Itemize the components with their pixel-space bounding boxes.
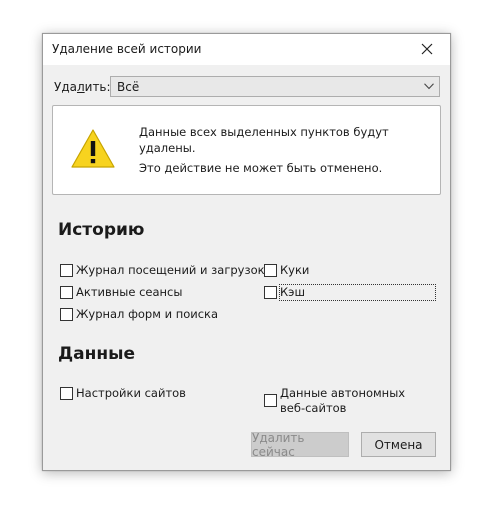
cancel-button[interactable]: Отмена xyxy=(361,432,436,457)
chevron-down-icon xyxy=(424,83,434,90)
checkbox-box[interactable] xyxy=(60,286,73,299)
time-range-label: Удалить: xyxy=(54,80,111,94)
warning-note: Это действие не может быть отменено. xyxy=(139,161,383,175)
checkbox-label: Данные автономных веб-сайтов xyxy=(280,386,406,415)
title-bar: Удаление всей истории xyxy=(43,34,450,65)
checkbox-browsing-download-history[interactable]: Журнал посещений и загрузок xyxy=(60,263,265,279)
checkbox-label: Куки xyxy=(280,263,310,277)
time-range-value: Всё xyxy=(117,80,140,94)
checkbox-box[interactable] xyxy=(264,286,277,299)
history-section-title: Историю xyxy=(58,220,145,240)
dialog-title: Удаление всей истории xyxy=(52,42,202,56)
close-icon xyxy=(421,43,433,55)
data-section-title: Данные xyxy=(58,344,136,364)
checkbox-box[interactable] xyxy=(60,264,73,277)
checkbox-label: Настройки сайтов xyxy=(76,386,186,400)
time-range-select[interactable]: Всё xyxy=(110,76,440,97)
checkbox-label: Журнал посещений и загрузок xyxy=(76,263,265,277)
checkbox-active-logins[interactable]: Активные сеансы xyxy=(60,285,182,301)
checkbox-box[interactable] xyxy=(60,387,73,400)
checkbox-cache[interactable]: Кэш xyxy=(264,284,436,301)
close-button[interactable] xyxy=(405,34,450,65)
checkbox-box[interactable] xyxy=(264,264,277,277)
warning-icon xyxy=(71,129,115,168)
checkbox-label: Активные сеансы xyxy=(76,285,183,299)
clear-history-dialog: Удаление всей истории Удалить: Всё Данны… xyxy=(42,33,451,471)
checkbox-label: Кэш xyxy=(279,284,436,301)
checkbox-box[interactable] xyxy=(264,394,277,407)
warning-box: Данные всех выделенных пунктов будут уда… xyxy=(52,105,441,195)
checkbox-box[interactable] xyxy=(60,308,73,321)
checkbox-site-preferences[interactable]: Настройки сайтов xyxy=(60,386,186,402)
checkbox-cookies[interactable]: Куки xyxy=(264,263,309,279)
checkbox-offline-website-data[interactable]: Данные автономных веб-сайтов xyxy=(264,386,430,418)
warning-message: Данные всех выделенных пунктов будут уда… xyxy=(139,125,389,155)
clear-now-button[interactable]: Удалить сейчас xyxy=(251,431,349,459)
checkbox-form-search-history[interactable]: Журнал форм и поиска xyxy=(60,307,218,323)
checkbox-label: Журнал форм и поиска xyxy=(76,307,219,321)
